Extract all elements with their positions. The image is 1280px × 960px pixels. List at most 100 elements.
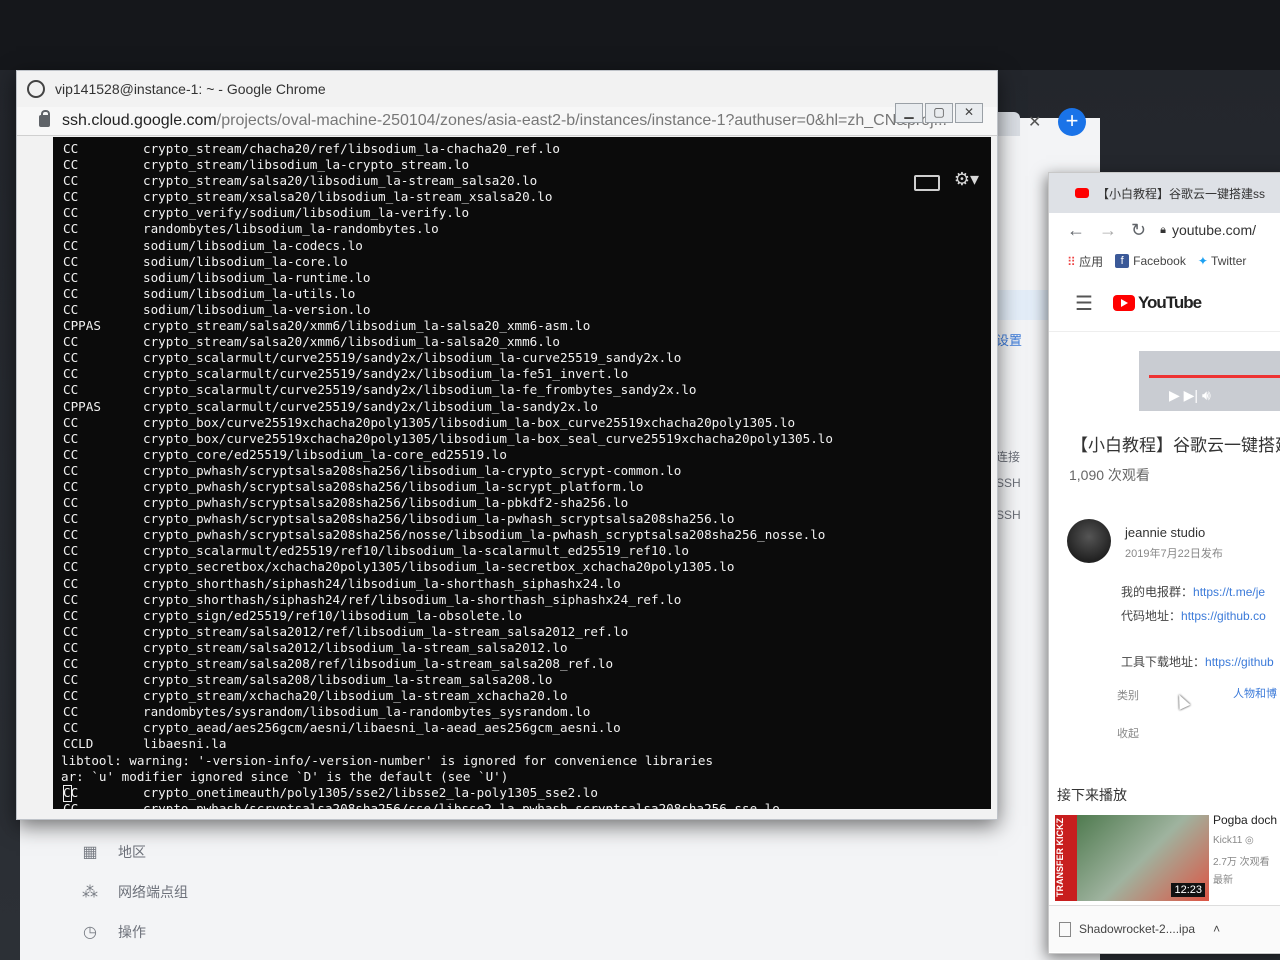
bookmark-apps[interactable]: ⠿ 应用 [1067,253,1103,270]
build-step-tag: CC [63,446,79,462]
terminal-line: CC crypto_scalarmult/curve25519/sandy2x/l… [61,350,981,366]
build-output-text: crypto_box/curve25519xchacha20poly1305/l… [143,414,796,430]
build-output-text: crypto_pwhash/scryptsalsa208sha256/libso… [143,462,682,478]
build-output-text: libaesni.la [143,736,227,752]
build-output-text: crypto_stream/salsa20/libsodium_la-strea… [143,173,538,189]
terminal-line: CCLD libaesni.la [61,736,981,752]
url-host: ssh.cloud.google.com [62,112,217,129]
channel-name[interactable]: jeannie studio [1125,525,1205,540]
download-item[interactable]: Shadowrocket-2....ipa ˄ [1049,905,1280,952]
maximize-button[interactable]: ▢ [925,103,953,123]
build-output-text: crypto_pwhash/scryptsalsa208sha256/sse/l… [143,800,780,809]
close-icon[interactable]: ✕ [1028,112,1041,132]
build-step-tag: CC [63,591,79,607]
youtube-logo[interactable]: YouTube [1112,293,1202,313]
build-step-tag: CPPAS [63,318,101,334]
ssh-button[interactable]: SSH [996,476,1021,490]
view-count: 1,090 次观看 [1069,467,1150,483]
window-titlebar[interactable]: vip141528@instance-1: ~ - Google Chrome [17,71,997,107]
terminal-line: CC sodium/libsodium_la-runtime.lo [61,270,981,286]
nav-item-network-endpoint-groups[interactable]: ⁂ 网络端点组 [70,872,370,912]
address-bar[interactable]: ssh.cloud.google.com /projects/oval-mach… [17,107,997,136]
description-line: 代码地址：https://github.co [1121,609,1266,623]
build-step-tag: CC [63,688,79,704]
build-output-text: crypto_verify/sodium/libsodium_la-verify… [143,205,470,221]
terminal-line: CC crypto_secretbox/xchacha20poly1305/lib… [61,559,981,575]
monitor-bezel [0,0,1280,70]
build-step-tag: CC [63,350,79,366]
build-step-tag: CCLD [63,736,94,752]
nav-item-operations[interactable]: ◷ 操作 [70,912,370,952]
nav-label: 地区 [118,844,146,860]
terminal-line: CC crypto_stream/xchacha20/libsodium_la-s… [61,688,981,704]
build-step-tag: CC [63,237,79,253]
bookmarks-bar: ⠿ 应用 f Facebook ✦ Twitter [1049,247,1280,275]
keyboard-icon[interactable] [913,175,940,191]
build-step-tag: CC [63,704,79,720]
terminal-line: CC crypto_pwhash/scryptsalsa208sha256/lib… [61,511,981,527]
build-output-text: crypto_aead/aes256gcm/aesni/libaesni_la-… [143,720,621,736]
terminal-line: CC sodium/libsodium_la-utils.lo [61,286,981,302]
ssh-button[interactable]: SSH [996,508,1021,522]
new-tab-button[interactable]: + [1058,108,1086,136]
collapse-button[interactable]: 收起 [1117,725,1139,741]
build-step-tag: CC [63,173,79,189]
terminal-line: CC crypto_verify/sodium/libsodium_la-veri… [61,205,981,221]
build-output-text: libtool: warning: '-version-info/-versio… [61,752,714,768]
description-link[interactable]: https://t.me/je [1193,585,1265,599]
bookmark-facebook[interactable]: f Facebook [1115,254,1186,268]
channel-avatar[interactable] [1067,519,1111,563]
youtube-nav-bar: ← → ↻ 🔒︎ youtube.com/ [1049,213,1280,247]
terminal-line: CC sodium/libsodium_la-version.lo [61,302,981,318]
build-output-text: crypto_stream/salsa208/ref/libsodium_la-… [143,656,614,671]
download-filename: Shadowrocket-2....ipa [1079,922,1196,936]
youtube-omnibox[interactable]: 🔒︎ youtube.com/ [1160,222,1256,238]
description-link[interactable]: https://github.co [1181,609,1266,623]
video-title: 【小白教程】谷歌云一键搭建 [1071,436,1280,455]
build-output-text: crypto_scalarmult/curve25519/sandy2x/lib… [143,398,598,414]
play-icon[interactable]: ▶ ▶| 🔊︎ [1169,387,1211,404]
publish-date: 2019年7月22日发布 [1125,548,1223,560]
clock-icon: ◷ [83,924,97,941]
hamburger-menu-icon[interactable]: ☰ [1075,291,1093,316]
reload-icon[interactable]: ↻ [1131,220,1146,241]
tab-title: 【小白教程】谷歌云一键搭建ss [1097,186,1266,201]
build-step-tag: CC [63,559,79,575]
build-output-text: crypto_stream/xchacha20/libsodium_la-str… [143,688,568,704]
close-button[interactable]: ✕ [955,103,983,123]
progress-bar[interactable] [1149,375,1280,378]
bookmark-twitter[interactable]: ✦ Twitter [1198,254,1247,268]
build-output-text: sodium/libsodium_la-core.lo [143,253,348,269]
build-step-tag: CC [63,189,79,205]
twitter-icon: ✦ [1197,254,1208,268]
ssh-terminal[interactable]: CC crypto_stream/chacha20/ref/libsodium_l… [53,137,991,809]
youtube-tab[interactable]: 【小白教程】谷歌云一键搭建ss [1049,173,1280,213]
facebook-icon: f [1115,254,1130,268]
category-value[interactable]: 人物和博 [1233,685,1277,701]
forward-arrow-icon[interactable]: → [1099,220,1117,241]
omnibox-url: youtube.com/ [1171,222,1257,238]
description-link[interactable]: https://github [1205,655,1274,669]
terminal-line: CC crypto_pwhash/scryptsalsa208sha256/lib… [61,463,981,479]
terminal-line: CC crypto_pwhash/scryptsalsa208sha256/sse… [61,801,981,809]
build-step-tag: CC [63,543,79,559]
thumbnail-brand: TRANSFER KICKZ [1055,815,1077,901]
terminal-toolbar: ⚙▾ [913,169,979,191]
gear-icon[interactable]: ⚙▾ [954,169,979,191]
terminal-line: CC crypto_stream/libsodium_la-crypto_stre… [61,157,981,173]
video-player[interactable]: ▶ ▶| 🔊︎ [1139,351,1280,411]
next-video-thumbnail[interactable]: TRANSFER KICKZ 12:23 [1055,815,1209,901]
nav-item-region[interactable]: ▦ 地区 [70,832,370,872]
network-icon: ⁂ [82,884,98,901]
minimize-button[interactable]: ▁ [895,103,923,123]
next-video-title[interactable]: Pogba doch [1213,813,1277,827]
build-output-text: sodium/libsodium_la-utils.lo [143,285,356,301]
terminal-line: CC sodium/libsodium_la-core.lo [61,254,981,270]
build-step-tag: CC [63,269,79,285]
chevron-up-icon[interactable]: ˄ [1213,922,1220,936]
description-line: 我的电报群：https://t.me/je [1121,585,1266,599]
chrome-app-icon [27,80,45,98]
window-controls: ▁ ▢ ✕ [895,103,983,123]
build-output-text: sodium/libsodium_la-codecs.lo [143,237,363,253]
back-arrow-icon[interactable]: ← [1067,220,1085,241]
